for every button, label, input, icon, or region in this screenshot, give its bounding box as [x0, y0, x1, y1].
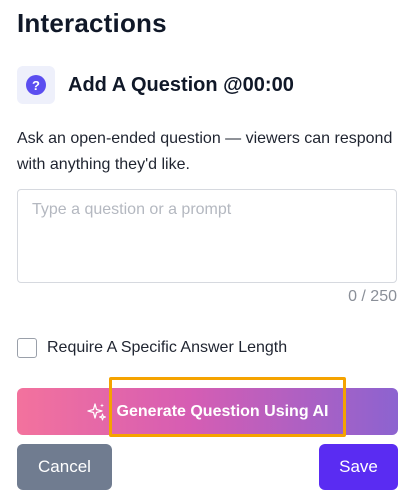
question-input[interactable] — [17, 189, 397, 283]
character-count: 0 / 250 — [348, 288, 397, 305]
question-header: ? Add A Question @00:00 — [17, 66, 294, 104]
answer-length-option[interactable]: Require A Specific Answer Length — [17, 338, 287, 358]
generate-question-ai-button[interactable]: Generate Question Using AI — [17, 388, 398, 435]
question-icon-container: ? — [17, 66, 55, 104]
page-title: Interactions — [17, 8, 167, 38]
question-title: Add A Question @00:00 — [68, 73, 294, 96]
question-description: Ask an open-ended question — viewers can… — [17, 130, 393, 173]
cancel-button[interactable]: Cancel — [17, 444, 112, 490]
answer-length-label: Require A Specific Answer Length — [47, 339, 288, 356]
sparkle-icon — [86, 402, 107, 422]
question-mark-icon: ? — [26, 75, 46, 95]
answer-length-checkbox[interactable] — [17, 338, 37, 358]
save-button[interactable]: Save — [319, 444, 398, 490]
generate-question-label: Generate Question Using AI — [116, 402, 329, 420]
